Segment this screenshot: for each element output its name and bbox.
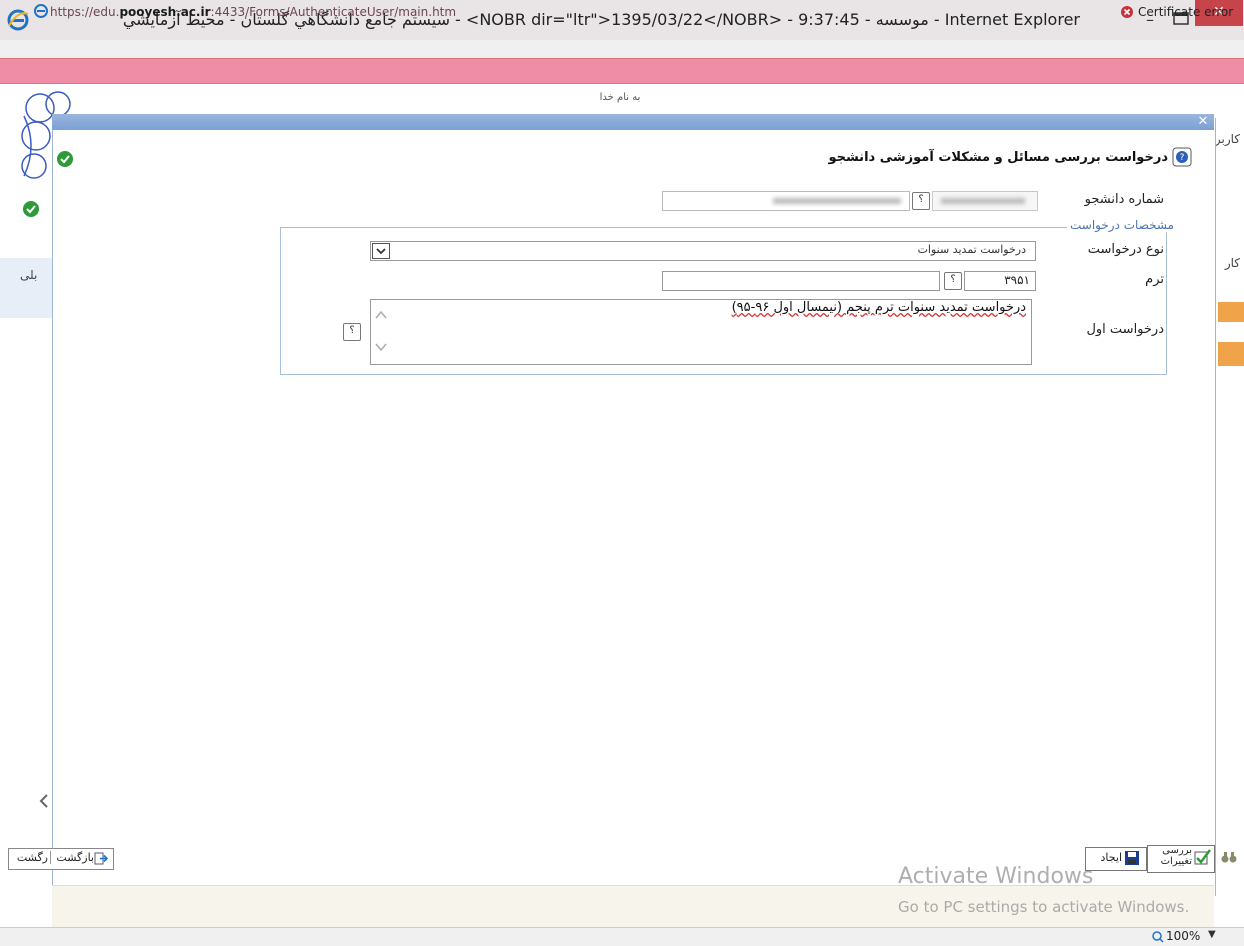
url-suffix: :4433/Forms/AuthenticateUser/main.htm bbox=[210, 5, 457, 19]
first-request-label: درخواست اول bbox=[1086, 322, 1164, 337]
chevron-down-icon[interactable] bbox=[372, 243, 390, 259]
scroll-arrows-icon bbox=[375, 310, 387, 352]
term-value: ۳۹۵۱ bbox=[1004, 273, 1030, 287]
review-label-line2: تغییرات bbox=[1160, 856, 1192, 867]
back-button-label: بازگشت bbox=[56, 851, 94, 864]
blurred-value bbox=[941, 198, 1025, 204]
background-tab-orange-2 bbox=[1218, 342, 1244, 366]
page-header-text: به نام خدا bbox=[599, 92, 641, 103]
zoom-level[interactable]: 100% bbox=[1166, 929, 1200, 943]
term-help-button[interactable]: ؟ bbox=[944, 272, 962, 290]
check-status-icon bbox=[23, 201, 39, 217]
request-type-label: نوع درخواست bbox=[1087, 242, 1164, 257]
term-label: ترم bbox=[1145, 272, 1164, 287]
student-id-field[interactable] bbox=[932, 191, 1038, 211]
background-user-text: کاربر bbox=[1214, 132, 1240, 146]
term-description-field bbox=[662, 271, 940, 291]
url-host: pooyesh.ac.ir bbox=[119, 5, 211, 19]
form-title: درخواست بررسی مسائل و مشکلات آموزشی دانش… bbox=[828, 150, 1168, 165]
address-url[interactable]: https://edu.pooyesh.ac.ir:4433/Forms/Aut… bbox=[50, 0, 456, 24]
student-name-field bbox=[662, 191, 910, 211]
student-id-help-button[interactable]: ؟ bbox=[912, 192, 930, 210]
save-disk-icon bbox=[1125, 851, 1139, 865]
request-type-value: درخواست تمدید سنوات bbox=[917, 243, 1026, 256]
first-request-help-button[interactable]: ؟ bbox=[343, 323, 361, 341]
check-status-icon bbox=[57, 151, 73, 167]
svg-text:?: ? bbox=[1180, 153, 1185, 163]
create-button-label: ایجاد bbox=[1100, 851, 1122, 864]
background-tab-orange bbox=[1218, 302, 1244, 322]
activate-windows-subtitle: Go to PC settings to activate Windows. bbox=[898, 898, 1190, 916]
internet-explorer-icon bbox=[7, 9, 29, 31]
dialog-close-icon[interactable]: ✕ bbox=[1196, 115, 1210, 129]
review-label-line1: بررسی bbox=[1162, 845, 1192, 856]
background-work-text: کار bbox=[1224, 256, 1240, 270]
chevron-down-icon[interactable]: ▼ bbox=[1208, 929, 1216, 940]
review-changes-label: بررسی تغییرات bbox=[1150, 845, 1192, 867]
back-button-label-secondary: رگشت bbox=[12, 851, 51, 864]
chevron-left-icon[interactable] bbox=[38, 793, 50, 813]
student-id-label: شماره دانشجو bbox=[1084, 192, 1164, 207]
address-bar[interactable] bbox=[0, 58, 1244, 84]
textarea-scrollbar[interactable] bbox=[372, 302, 390, 360]
url-prefix: https://edu. bbox=[50, 5, 120, 19]
background-left-text: بلی bbox=[20, 268, 38, 282]
first-request-text: درخواست تمدید سنوات ترم پنجم (نیمسال اول… bbox=[731, 300, 1026, 315]
activate-windows-watermark: Activate Windows bbox=[898, 864, 1094, 889]
certificate-error-label[interactable]: Certificate error bbox=[1138, 0, 1233, 24]
zoom-icon[interactable] bbox=[1152, 931, 1164, 943]
check-review-icon bbox=[1194, 849, 1211, 865]
dialog-title-bar[interactable] bbox=[52, 114, 1214, 130]
help-info-icon[interactable]: ? bbox=[1172, 147, 1192, 167]
blurred-name bbox=[773, 198, 901, 204]
background-sidebar-band bbox=[0, 258, 52, 318]
request-details-legend: مشخصات درخواست bbox=[1067, 218, 1177, 232]
back-arrow-icon bbox=[94, 852, 108, 865]
search-binoculars-icon[interactable] bbox=[1221, 850, 1237, 864]
status-bar bbox=[0, 927, 1244, 946]
certificate-error-icon[interactable] bbox=[1120, 5, 1134, 19]
page-icon bbox=[34, 4, 48, 18]
